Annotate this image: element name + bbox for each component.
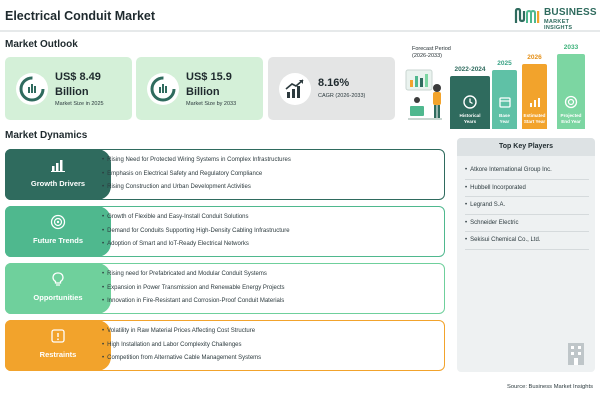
lightbulb-icon <box>52 272 64 286</box>
header-divider <box>0 30 600 32</box>
forecast-year-label: 2033 <box>563 44 579 51</box>
forecast-label-line2: (2026-2033) <box>412 53 442 59</box>
forecast-caption: Projected End Year <box>560 113 582 124</box>
stat-value-line2: Billion <box>186 86 220 98</box>
forecast-caption: Estimated Start Year <box>523 113 546 124</box>
logo-text-business: BUSINESS <box>544 7 597 18</box>
dynamics-tab-label: Restraints <box>39 350 77 359</box>
forecast-year-label: 2025 <box>497 60 512 67</box>
dynamics-item: Adoption of Smart and IoT-Ready Electric… <box>102 238 290 252</box>
trend-up-icon <box>279 73 311 105</box>
stat-label: CAGR (2026-2033) <box>318 93 366 99</box>
player-item: Atkore International Group Inc. <box>465 165 589 180</box>
chart-icon <box>529 98 540 107</box>
forecast-year-label: 2022-2024 <box>454 66 486 73</box>
dynamics-item: Emphasis on Electrical Safety and Regula… <box>102 168 291 182</box>
top-key-players-panel: Top Key Players Atkore International Gro… <box>457 138 595 372</box>
dynamics-tab: Opportunities <box>5 263 111 314</box>
stat-label: Market Size by 2033 <box>186 101 237 107</box>
brand-logo: BUSINESS MARKET INSIGHTS <box>514 6 597 31</box>
player-list: Atkore International Group Inc. Hubbell … <box>465 165 589 253</box>
forecast-period-label: Forecast Period (2026-2033) <box>412 46 451 60</box>
header: Electrical Conduit Market BUSINESS MARKE… <box>0 0 600 32</box>
dynamics-tab: Growth Drivers <box>5 149 111 200</box>
dynamics-tab: Future Trends <box>5 206 111 257</box>
logo-mark-icon <box>514 8 540 23</box>
player-item: Schneider Electric <box>465 218 589 232</box>
target-icon <box>50 214 66 230</box>
stat-value-line1: US$ 8.49 <box>55 71 101 83</box>
dynamics-items: Rising Need for Protected Wiring Systems… <box>102 154 291 195</box>
stat-label: Market Size in 2025 <box>55 101 104 107</box>
dynamics-item: Rising need for Prefabricated and Modula… <box>102 268 285 282</box>
target-icon <box>564 95 578 109</box>
dynamics-item: High Installation and Labor Complexity C… <box>102 339 261 353</box>
dynamics-tab-label: Future Trends <box>32 236 83 245</box>
dynamics-row-opportunities: Opportunities Rising need for Prefabricat… <box>5 263 445 314</box>
players-title: Top Key Players <box>499 143 553 150</box>
building-icon <box>568 343 584 365</box>
dynamics-item: Rising Need for Protected Wiring Systems… <box>102 154 291 168</box>
forecast-caption: Base Year <box>499 113 510 124</box>
chart-pie-icon <box>147 73 179 105</box>
dynamics-items: Growth of Flexible and Easy-Install Cond… <box>102 211 290 252</box>
stat-value-line2: Billion <box>55 86 89 98</box>
players-header: Top Key Players <box>457 138 595 156</box>
forecast-label-line1: Forecast Period <box>412 46 451 52</box>
player-item: Legrand S.A. <box>465 200 589 215</box>
dynamics-item: Innovation in Fire-Resistant and Corrosi… <box>102 295 285 309</box>
stat-value: US$ 8.49 Billion <box>55 70 101 100</box>
dynamics-items: Volatility in Raw Material Prices Affect… <box>102 325 261 366</box>
forecast-caption: Historical Years <box>459 113 481 124</box>
analyst-illustration <box>405 69 442 120</box>
stat-card-2033: US$ 15.9 Billion Market Size by 2033 <box>136 57 263 120</box>
chart-pie-icon <box>16 73 48 105</box>
dynamics-row-restraints: Restraints Volatility in Raw Material Pri… <box>5 320 445 371</box>
stat-card-2025: US$ 8.49 Billion Market Size in 2025 <box>5 57 132 120</box>
market-dynamics-title: Market Dynamics <box>5 130 88 141</box>
page-title: Electrical Conduit Market <box>5 9 156 23</box>
warning-icon <box>51 329 65 343</box>
dynamics-item: Expansion in Power Transmission and Rene… <box>102 282 284 296</box>
bar-chart-icon <box>51 160 65 172</box>
stat-value: 8.16% <box>318 77 350 89</box>
source-note: Source: Business Market Insights <box>506 384 593 390</box>
stat-value-line1: US$ 15.9 <box>186 71 232 83</box>
player-item: Hubbell Incorporated <box>465 183 589 197</box>
history-icon <box>463 95 477 109</box>
stat-value: US$ 15.9 Billion <box>186 70 232 100</box>
forecast-year-label: 2026 <box>527 54 542 61</box>
dynamics-tab-label: Opportunities <box>33 293 83 302</box>
dynamics-item: Volatility in Raw Material Prices Affect… <box>102 325 261 339</box>
stat-card-cagr: 8.16% CAGR (2026-2033) <box>268 57 395 120</box>
dynamics-row-future-trends: Future Trends Growth of Flexible and Easy… <box>5 206 445 257</box>
dynamics-item: Demand for Conduits Supporting High-Dens… <box>102 225 289 239</box>
calendar-icon <box>498 97 511 108</box>
dynamics-item: Rising Construction and Urban Developmen… <box>102 181 291 195</box>
dynamics-item: Growth of Flexible and Easy-Install Cond… <box>102 211 290 225</box>
dynamics-tab-label: Growth Drivers <box>30 179 86 188</box>
dynamics-items: Rising need for Prefabricated and Modula… <box>102 268 285 309</box>
dynamics-tab: Restraints <box>5 320 111 371</box>
player-item: Sekisui Chemical Co., Ltd. <box>465 235 589 250</box>
dynamics-item: Competition from Alternative Cable Manag… <box>102 352 261 366</box>
market-outlook-title: Market Outlook <box>5 39 78 50</box>
dynamics-row-growth-drivers: Growth Drivers Rising Need for Protected … <box>5 149 445 200</box>
